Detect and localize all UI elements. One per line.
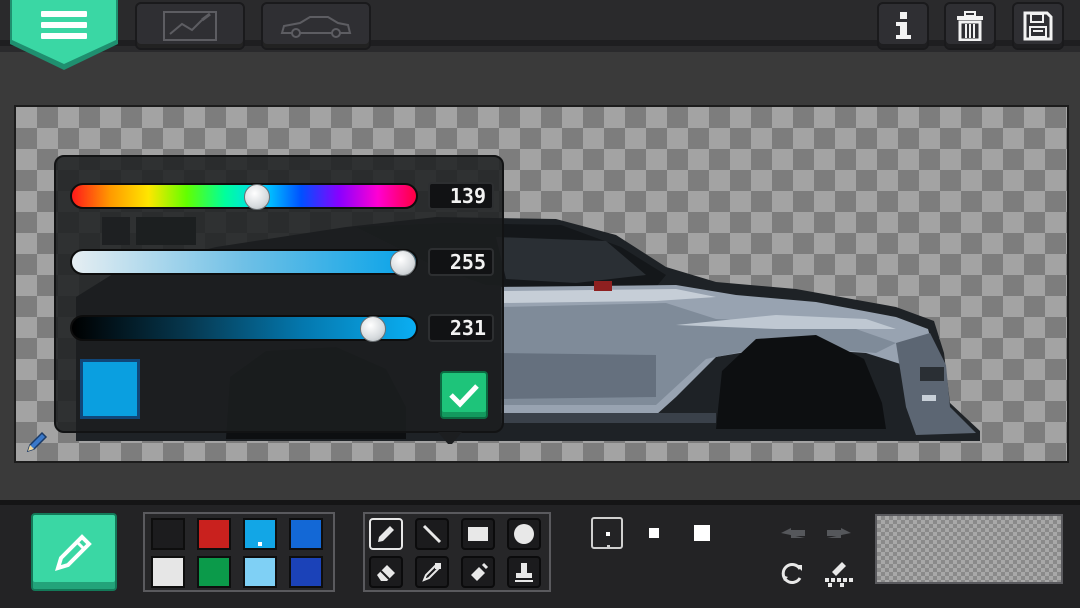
active-tool-button[interactable]: [31, 513, 117, 591]
pencil-icon: [378, 526, 394, 542]
palette-swatch[interactable]: [197, 556, 231, 588]
circle-tool[interactable]: [507, 518, 541, 550]
brightness-slider-knob[interactable]: [360, 316, 387, 342]
hue-slider-knob[interactable]: [243, 184, 270, 210]
eraser-icon: [377, 565, 395, 581]
brush-size-small-button[interactable]: [591, 517, 623, 549]
hue-value[interactable]: 139: [428, 182, 494, 210]
palette-swatch[interactable]: [289, 518, 323, 550]
stamp-icon: [515, 563, 533, 582]
brush-size-medium-button[interactable]: [649, 528, 659, 538]
selected-indicator: [607, 545, 610, 548]
check-icon: [449, 384, 479, 408]
eyedropper-icon: [422, 563, 441, 582]
menu-button[interactable]: [8, 0, 120, 72]
palette-swatch[interactable]: [243, 518, 277, 550]
rectangle-tool[interactable]: [461, 518, 495, 550]
selected-swatch-indicator: [258, 542, 262, 546]
saturation-value[interactable]: 255: [428, 248, 494, 276]
info-icon: [896, 12, 911, 39]
line-tool[interactable]: [415, 518, 449, 550]
palette-swatch[interactable]: [243, 556, 277, 588]
line-icon: [422, 524, 442, 544]
trash-icon: [957, 11, 983, 41]
tool-grid: [363, 512, 551, 592]
layer-preview-thumbnail[interactable]: [875, 514, 1063, 584]
save-button[interactable]: [1012, 2, 1064, 50]
undo-icon[interactable]: [779, 522, 807, 544]
brush-size-dot: [606, 532, 610, 536]
saturation-slider-knob[interactable]: [390, 250, 416, 276]
picker-pointer: [438, 432, 462, 444]
brightness-slider[interactable]: [70, 315, 418, 342]
sketch-icon: [163, 11, 217, 41]
brightness-value[interactable]: 231: [428, 314, 494, 342]
brush-size-large-button[interactable]: [694, 525, 710, 541]
palette-swatch[interactable]: [289, 556, 323, 588]
delete-button[interactable]: [944, 2, 996, 50]
color-palette: [143, 512, 335, 592]
pencil-icon: [55, 534, 92, 571]
circle-icon: [514, 524, 534, 544]
hamburger-icon: [41, 11, 87, 39]
pencil-tool[interactable]: [369, 518, 403, 550]
palette-swatch[interactable]: [197, 518, 231, 550]
pencil-cursor-icon: [26, 431, 48, 453]
rotate-icon[interactable]: [778, 559, 806, 587]
car-silhouette-icon: [280, 16, 352, 38]
hue-slider[interactable]: [70, 183, 418, 210]
palette-swatch[interactable]: [151, 556, 185, 588]
palette-swatch[interactable]: [151, 518, 185, 550]
fill-tool[interactable]: [461, 556, 495, 588]
current-color-swatch: [80, 359, 140, 419]
pixel-brush-icon[interactable]: [822, 558, 856, 588]
fill-icon: [471, 562, 489, 581]
color-picker-panel: 139 255 231: [54, 155, 504, 433]
draw-mode-button[interactable]: [135, 2, 245, 50]
eraser-tool[interactable]: [369, 556, 403, 588]
confirm-color-button[interactable]: [440, 371, 488, 419]
save-icon: [1023, 11, 1053, 41]
saturation-slider[interactable]: [70, 249, 418, 276]
car-mode-button[interactable]: [261, 2, 371, 50]
rectangle-icon: [468, 527, 488, 541]
info-button[interactable]: [877, 2, 929, 50]
stamp-tool[interactable]: [507, 556, 541, 588]
redo-icon[interactable]: [825, 522, 853, 544]
eyedropper-tool[interactable]: [415, 556, 449, 588]
